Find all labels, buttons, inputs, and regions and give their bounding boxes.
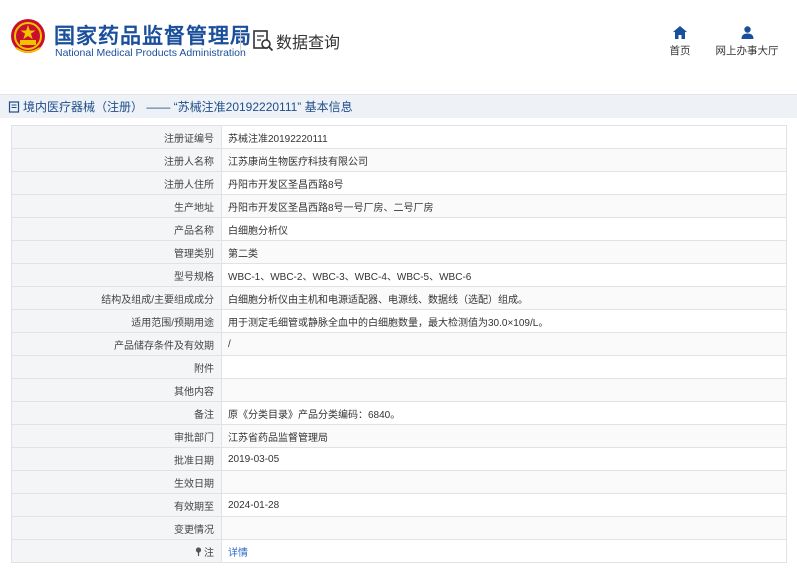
row-label: 备注 (11, 401, 222, 425)
table-row: 有效期至 2024-01-28 (11, 493, 787, 517)
document-search-icon (253, 30, 274, 52)
row-label: 注册人名称 (11, 148, 222, 172)
table-row: 生效日期 (11, 470, 787, 494)
row-value: 丹阳市开发区圣昌西路8号 (221, 171, 787, 195)
table-row: 型号规格 WBC-1、WBC-2、WBC-3、WBC-4、WBC-5、WBC-6 (11, 263, 787, 287)
pin-icon (195, 546, 202, 556)
row-label: 型号规格 (11, 263, 222, 287)
nav-online-office-label: 网上办事大厅 (715, 45, 779, 57)
row-value (221, 470, 787, 494)
row-value (221, 355, 787, 379)
header-divider (240, 28, 241, 54)
home-icon (673, 26, 687, 39)
note-label-cell: 注 (11, 539, 222, 563)
row-label: 管理类别 (11, 240, 222, 264)
org-name-cn: 国家药品监督管理局 (54, 25, 252, 48)
table-row: 适用范围/预期用途 用于测定毛细管或静脉全血中的白细胞数量，最大检测值为30.0×… (11, 309, 787, 333)
table-row: 管理类别 第二类 (11, 240, 787, 264)
table-row: 注册证编号 苏械注准20192220111 (11, 125, 787, 149)
national-emblem-icon (11, 19, 45, 53)
table-row: 审批部门 江苏省药品监督管理局 (11, 424, 787, 448)
details-link[interactable]: 详情 (228, 548, 248, 559)
row-label: 附件 (11, 355, 222, 379)
row-value: 苏械注准20192220111 (221, 125, 787, 149)
row-value: 第二类 (221, 240, 787, 264)
data-query-label: 数据查询 (276, 35, 341, 52)
nav-home[interactable]: 首页 (666, 26, 694, 58)
row-value: 2024-01-28 (221, 493, 787, 517)
note-label: 注 (204, 547, 214, 559)
note-value-cell: 详情 (221, 539, 787, 563)
table-row: 附件 (11, 355, 787, 379)
detail-title: 境内医疗器械（注册） —— “苏械注准20192220111” 基本信息 (23, 100, 353, 114)
row-label: 注册证编号 (11, 125, 222, 149)
document-icon (8, 100, 20, 113)
row-value: 丹阳市开发区圣昌西路8号一号厂房、二号厂房 (221, 194, 787, 218)
detail-title-bar: 境内医疗器械（注册） —— “苏械注准20192220111” 基本信息 (0, 94, 797, 118)
data-query-link[interactable]: 数据查询 (252, 28, 340, 54)
row-label: 有效期至 (11, 493, 222, 517)
table-row: 生产地址 丹阳市开发区圣昌西路8号一号厂房、二号厂房 (11, 194, 787, 218)
row-label: 生产地址 (11, 194, 222, 218)
table-row: 产品名称 白细胞分析仪 (11, 217, 787, 241)
row-value: 江苏省药品监督管理局 (221, 424, 787, 448)
table-row: 产品储存条件及有效期 / (11, 332, 787, 356)
nav-home-label: 首页 (669, 45, 691, 57)
table-row: 注册人住所 丹阳市开发区圣昌西路8号 (11, 171, 787, 195)
row-value: 江苏康尚生物医疗科技有限公司 (221, 148, 787, 172)
row-label: 其他内容 (11, 378, 222, 402)
site-header: 国家药品监督管理局 National Medical Products Admi… (0, 0, 797, 90)
user-icon (741, 26, 753, 39)
row-value: 白细胞分析仪由主机和电源适配器、电源线、数据线（选配）组成。 (221, 286, 787, 310)
row-label: 产品名称 (11, 217, 222, 241)
row-label: 产品储存条件及有效期 (11, 332, 222, 356)
row-label: 结构及组成/主要组成成分 (11, 286, 222, 310)
row-value: 2019-03-05 (221, 447, 787, 471)
row-value (221, 516, 787, 540)
table-row: 注册人名称 江苏康尚生物医疗科技有限公司 (11, 148, 787, 172)
table-row: 批准日期 2019-03-05 (11, 447, 787, 471)
table-row: 结构及组成/主要组成成分 白细胞分析仪由主机和电源适配器、电源线、数据线（选配）组… (11, 286, 787, 310)
row-label: 生效日期 (11, 470, 222, 494)
nav-online-office[interactable]: 网上办事大厅 (715, 26, 779, 58)
row-label: 变更情况 (11, 516, 222, 540)
row-value (221, 378, 787, 402)
row-value: 原《分类目录》产品分类编码：6840。 (221, 401, 787, 425)
registration-info-table: 注册证编号 苏械注准20192220111 注册人名称 江苏康尚生物医疗科技有限公司… (11, 125, 787, 563)
row-value: WBC-1、WBC-2、WBC-3、WBC-4、WBC-5、WBC-6 (221, 263, 787, 287)
row-label: 审批部门 (11, 424, 222, 448)
row-value: 白细胞分析仪 (221, 217, 787, 241)
row-value: / (221, 332, 787, 356)
row-label: 批准日期 (11, 447, 222, 471)
org-name-en: National Medical Products Administration (55, 47, 246, 59)
row-label: 适用范围/预期用途 (11, 309, 222, 333)
table-row: 备注 原《分类目录》产品分类编码：6840。 (11, 401, 787, 425)
table-row: 其他内容 (11, 378, 787, 402)
row-label: 注册人住所 (11, 171, 222, 195)
row-value: 用于测定毛细管或静脉全血中的白细胞数量，最大检测值为30.0×109/L。 (221, 309, 787, 333)
note-row: 注 详情 (11, 539, 787, 563)
table-row: 变更情况 (11, 516, 787, 540)
